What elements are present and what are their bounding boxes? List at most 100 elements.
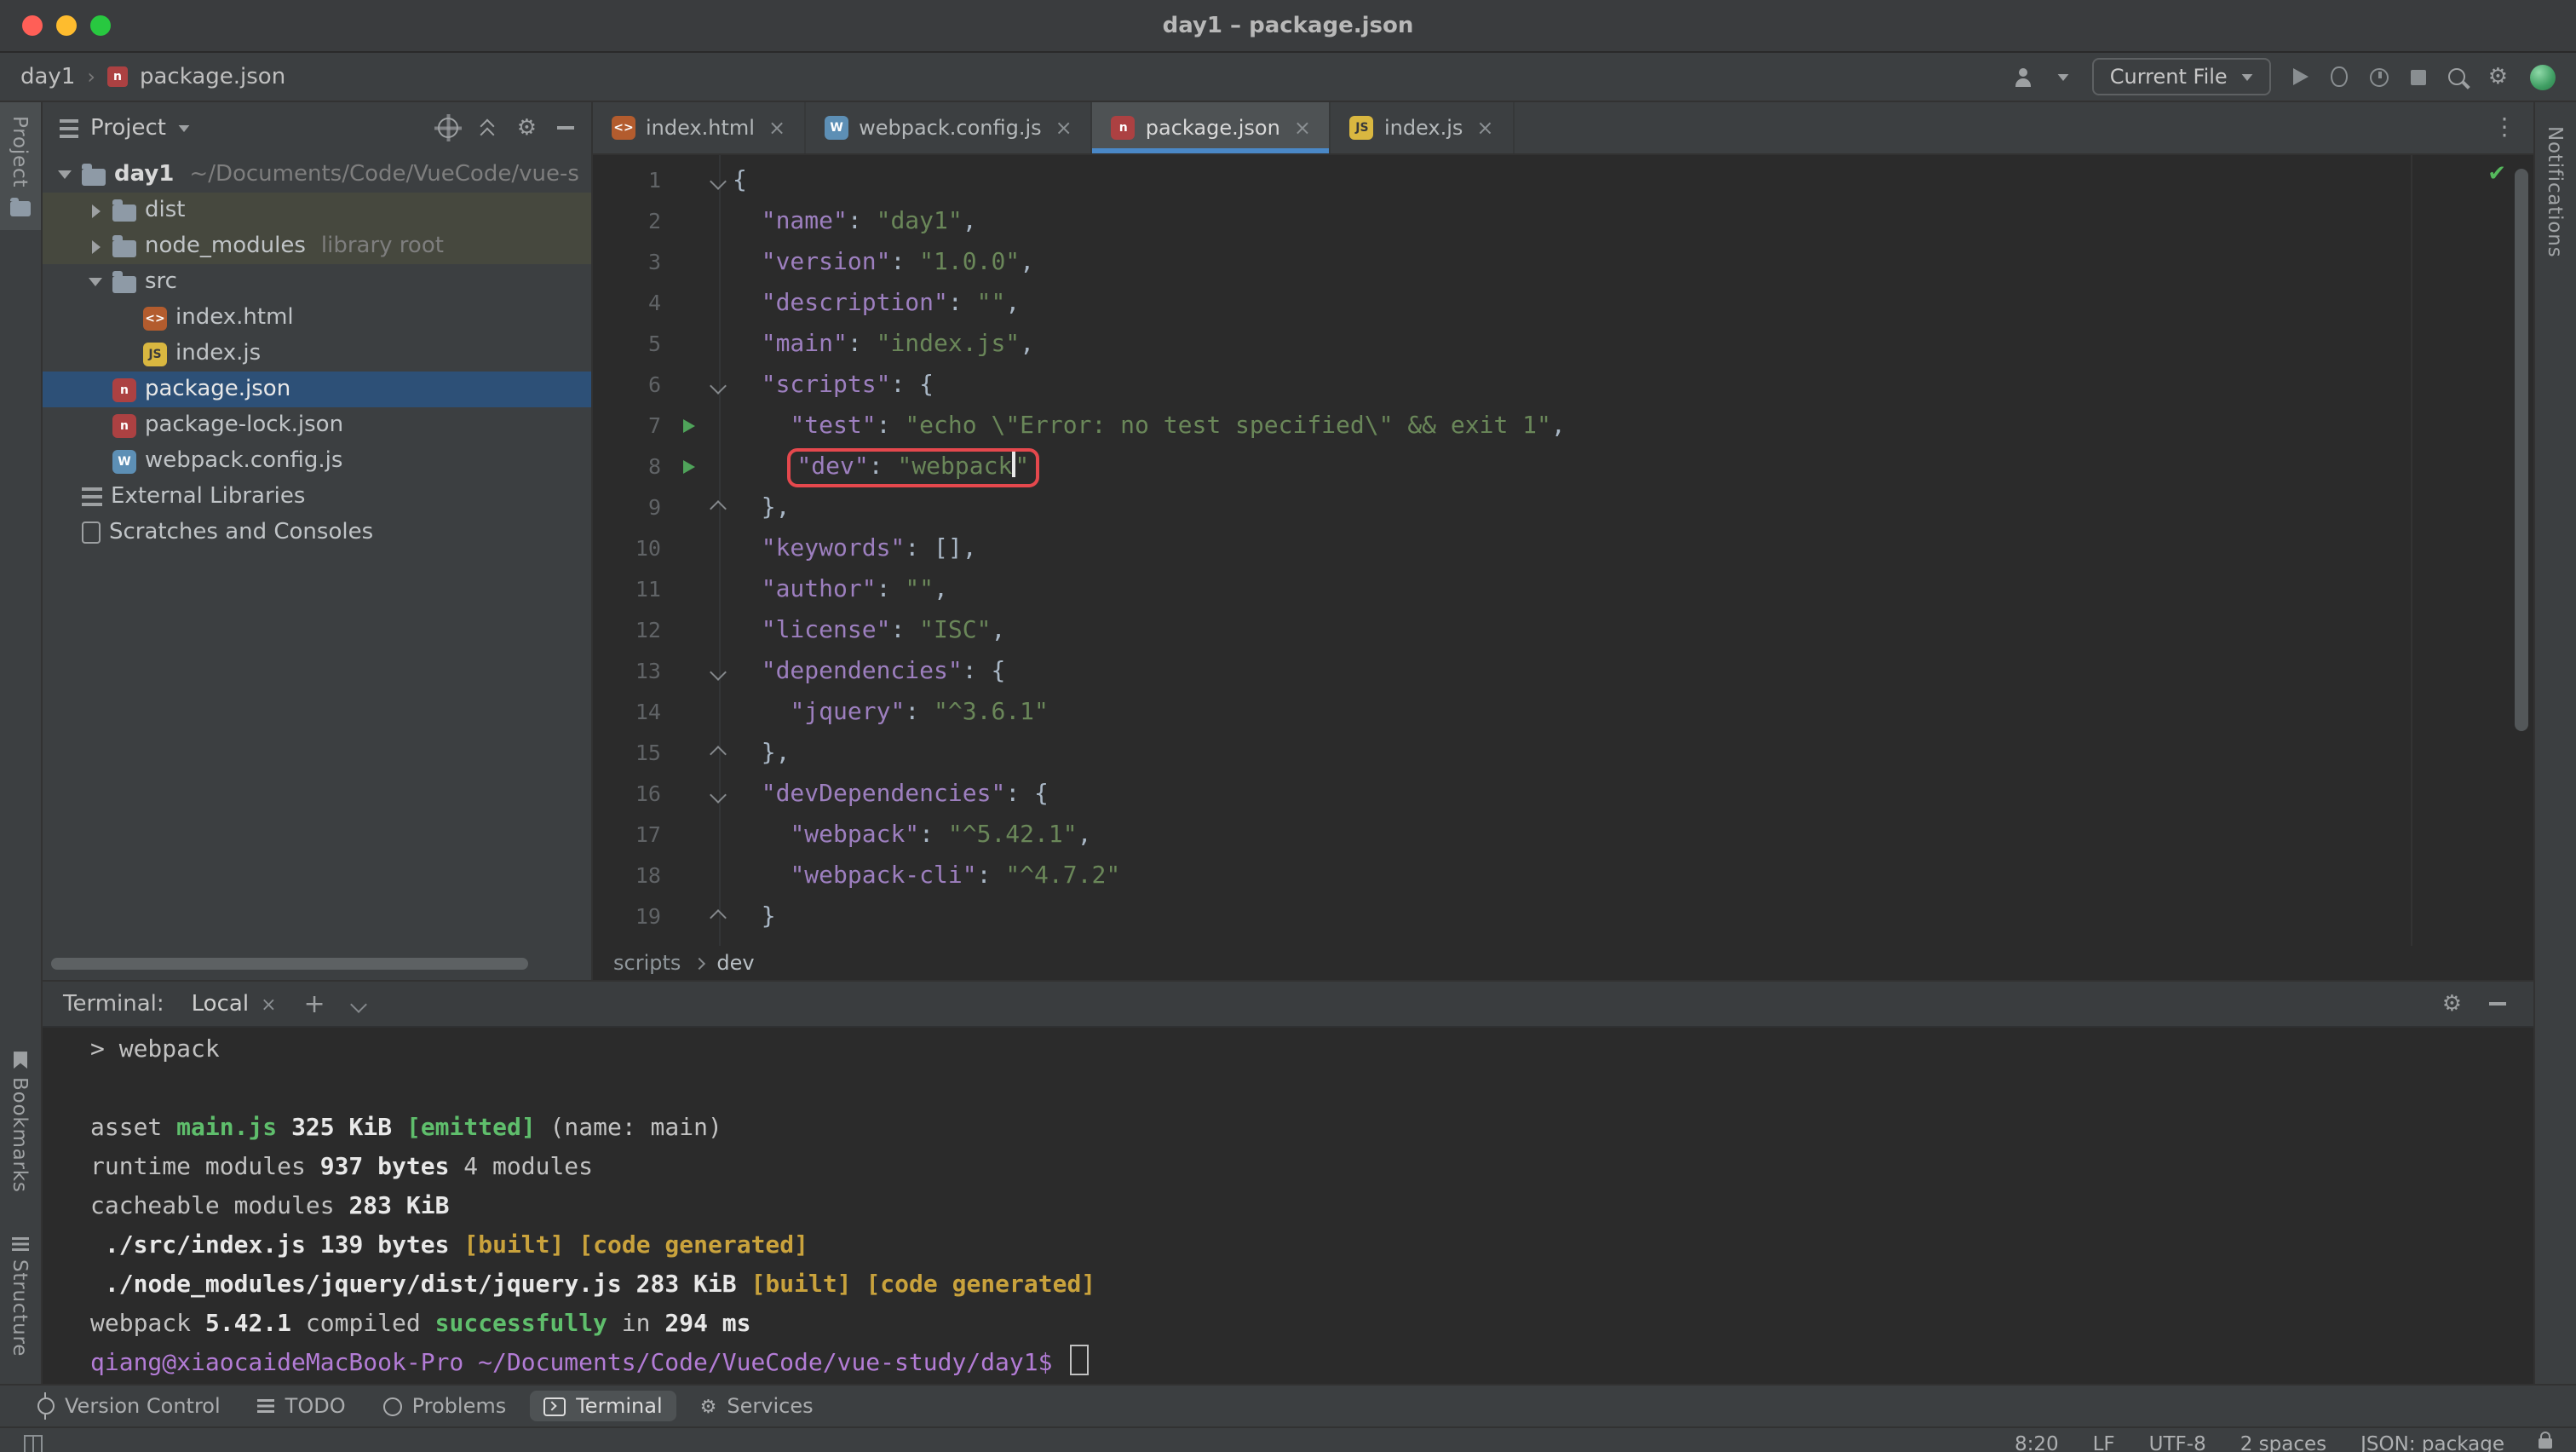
lock-icon[interactable] bbox=[2539, 1438, 2552, 1449]
tree-item-src[interactable]: src bbox=[43, 264, 591, 300]
fold-icon[interactable] bbox=[709, 663, 726, 680]
code-line[interactable]: 4 "description": "", bbox=[593, 283, 2533, 324]
status-2-spaces[interactable]: 2 spaces bbox=[2240, 1432, 2326, 1452]
code-line[interactable]: 8 "dev": "webpack" bbox=[593, 447, 2533, 487]
expander[interactable] bbox=[87, 278, 104, 286]
project-panel-title[interactable]: Project bbox=[90, 115, 166, 141]
status-lf[interactable]: LF bbox=[2093, 1432, 2115, 1452]
close-window-button[interactable] bbox=[22, 15, 43, 36]
code-line[interactable]: 13 "dependencies": { bbox=[593, 651, 2533, 692]
horizontal-scrollbar-thumb[interactable] bbox=[51, 958, 528, 970]
vertical-scrollbar-thumb[interactable] bbox=[2515, 169, 2528, 731]
window-layout-icon[interactable] bbox=[24, 1434, 43, 1452]
profiler-button[interactable] bbox=[2371, 67, 2389, 86]
tool-window-button-version-control[interactable]: Version Control bbox=[24, 1391, 234, 1421]
user-icon[interactable] bbox=[2013, 67, 2035, 86]
project-view-dropdown-icon[interactable] bbox=[180, 124, 191, 131]
hide-panel-icon[interactable] bbox=[557, 126, 574, 130]
code-line[interactable]: 12 "license": "ISC", bbox=[593, 610, 2533, 651]
close-tab-icon[interactable]: × bbox=[1476, 116, 1493, 140]
tool-window-button-services[interactable]: ⚙Services bbox=[687, 1391, 827, 1421]
tree-item-node-modules[interactable]: node_moduleslibrary root bbox=[43, 228, 591, 264]
debug-button[interactable] bbox=[2332, 66, 2349, 87]
fold-icon[interactable] bbox=[709, 908, 726, 925]
close-tab-icon[interactable]: × bbox=[1294, 116, 1311, 140]
tool-window-button-problems[interactable]: Problems bbox=[370, 1391, 520, 1421]
breadcrumb-project[interactable]: day1 bbox=[20, 64, 75, 89]
tool-window-button-terminal[interactable]: Terminal bbox=[530, 1391, 676, 1421]
code-line[interactable]: 15 }, bbox=[593, 733, 2533, 774]
code-line[interactable]: 5 "main": "index.js", bbox=[593, 324, 2533, 365]
code-line[interactable]: 9 }, bbox=[593, 487, 2533, 528]
code-line[interactable]: 6 "scripts": { bbox=[593, 365, 2533, 406]
terminal-dropdown-icon[interactable] bbox=[350, 995, 367, 1012]
run-script-icon[interactable] bbox=[682, 419, 694, 433]
terminal-output[interactable]: > webpack asset main.js 325 KiB [emitted… bbox=[43, 1028, 2533, 1384]
code-line[interactable]: 2 "name": "day1", bbox=[593, 201, 2533, 242]
code-line[interactable]: 3 "version": "1.0.0", bbox=[593, 242, 2533, 283]
tab-index-html[interactable]: <>index.html× bbox=[593, 102, 806, 153]
stop-button[interactable] bbox=[2412, 69, 2427, 84]
tool-window-button-todo[interactable]: TODO bbox=[244, 1391, 359, 1421]
breadcrumb-dev[interactable]: dev bbox=[716, 951, 754, 975]
tool-window-button-project[interactable]: Project bbox=[0, 102, 41, 230]
tree-item-scratches-and-consoles[interactable]: Scratches and Consoles bbox=[43, 515, 591, 550]
collapse-all-icon[interactable] bbox=[480, 117, 497, 139]
expander[interactable] bbox=[87, 204, 104, 217]
tab-index-js[interactable]: JSindex.js× bbox=[1331, 102, 1515, 153]
code-line[interactable]: 19 } bbox=[593, 896, 2533, 937]
tree-item-package-lock-json[interactable]: npackage-lock.json bbox=[43, 407, 591, 443]
inspections-ok-icon[interactable]: ✔ bbox=[2487, 162, 2506, 187]
terminal-settings-gear-icon[interactable]: ⚙ bbox=[2442, 993, 2462, 1015]
close-tab-icon[interactable]: × bbox=[768, 116, 785, 140]
breadcrumb-scripts[interactable]: scripts bbox=[613, 951, 681, 975]
settings-gear-icon[interactable]: ⚙ bbox=[2488, 66, 2508, 88]
code-line[interactable]: 14 "jquery": "^3.6.1" bbox=[593, 692, 2533, 733]
tab-webpack-config-js[interactable]: Wwebpack.config.js× bbox=[806, 102, 1093, 153]
search-icon[interactable] bbox=[2449, 68, 2466, 85]
terminal-tab-local[interactable]: Local × bbox=[192, 991, 277, 1017]
fold-icon[interactable] bbox=[709, 499, 726, 516]
run-configuration-select[interactable]: Current File bbox=[2093, 58, 2272, 95]
status-json-package[interactable]: JSON: package bbox=[2360, 1432, 2504, 1452]
tree-item-dist[interactable]: dist bbox=[43, 193, 591, 228]
code-editor[interactable]: 1{2 "name": "day1",3 "version": "1.0.0",… bbox=[593, 155, 2533, 946]
tabs-more-icon[interactable]: ⋮ bbox=[2475, 102, 2533, 153]
locate-file-icon[interactable] bbox=[439, 118, 459, 138]
tree-item-webpack-config-js[interactable]: Wwebpack.config.js bbox=[43, 443, 591, 479]
tool-window-button-bookmarks[interactable]: Bookmarks bbox=[9, 1052, 32, 1193]
tab-package-json[interactable]: npackage.json× bbox=[1093, 102, 1331, 153]
code-line[interactable]: 1{ bbox=[593, 160, 2533, 201]
code-line[interactable]: 18 "webpack-cli": "^4.7.2" bbox=[593, 856, 2533, 896]
code-line[interactable]: 16 "devDependencies": { bbox=[593, 774, 2533, 815]
new-terminal-icon[interactable]: + bbox=[304, 991, 325, 1017]
status-8-20[interactable]: 8:20 bbox=[2015, 1432, 2059, 1452]
zoom-window-button[interactable] bbox=[90, 15, 111, 36]
close-tab-icon[interactable]: × bbox=[1055, 116, 1072, 140]
fold-icon[interactable] bbox=[709, 172, 726, 189]
fold-icon[interactable] bbox=[709, 377, 726, 394]
tool-window-button-structure[interactable]: Structure bbox=[9, 1237, 32, 1357]
user-dropdown-icon[interactable] bbox=[2058, 73, 2069, 80]
fold-icon[interactable] bbox=[709, 786, 726, 803]
minimize-window-button[interactable] bbox=[56, 15, 77, 36]
expander[interactable] bbox=[87, 239, 104, 253]
panel-settings-gear-icon[interactable]: ⚙ bbox=[517, 117, 537, 139]
tree-item-package-json[interactable]: npackage.json bbox=[43, 372, 591, 407]
tree-item-external-libraries[interactable]: External Libraries bbox=[43, 479, 591, 515]
code-line[interactable]: 17 "webpack": "^5.42.1", bbox=[593, 815, 2533, 856]
code-line[interactable]: 7 "test": "echo \"Error: no test specifi… bbox=[593, 406, 2533, 447]
fold-icon[interactable] bbox=[709, 745, 726, 762]
expander[interactable] bbox=[56, 170, 73, 179]
code-line[interactable]: 11 "author": "", bbox=[593, 569, 2533, 610]
tree-item-index-js[interactable]: JSindex.js bbox=[43, 336, 591, 372]
tool-window-button-notifications[interactable]: Notifications bbox=[2535, 102, 2576, 271]
code-line[interactable]: 10 "keywords": [], bbox=[593, 528, 2533, 569]
hide-terminal-icon[interactable] bbox=[2489, 1002, 2506, 1005]
run-button[interactable] bbox=[2294, 68, 2309, 85]
tree-item-index-html[interactable]: <>index.html bbox=[43, 300, 591, 336]
status-utf-8[interactable]: UTF-8 bbox=[2149, 1432, 2206, 1452]
tree-item-day1[interactable]: day1~/Documents/Code/VueCode/vue-s bbox=[43, 157, 591, 193]
run-script-icon[interactable] bbox=[682, 460, 694, 474]
plugin-avatar-icon[interactable] bbox=[2530, 64, 2556, 89]
